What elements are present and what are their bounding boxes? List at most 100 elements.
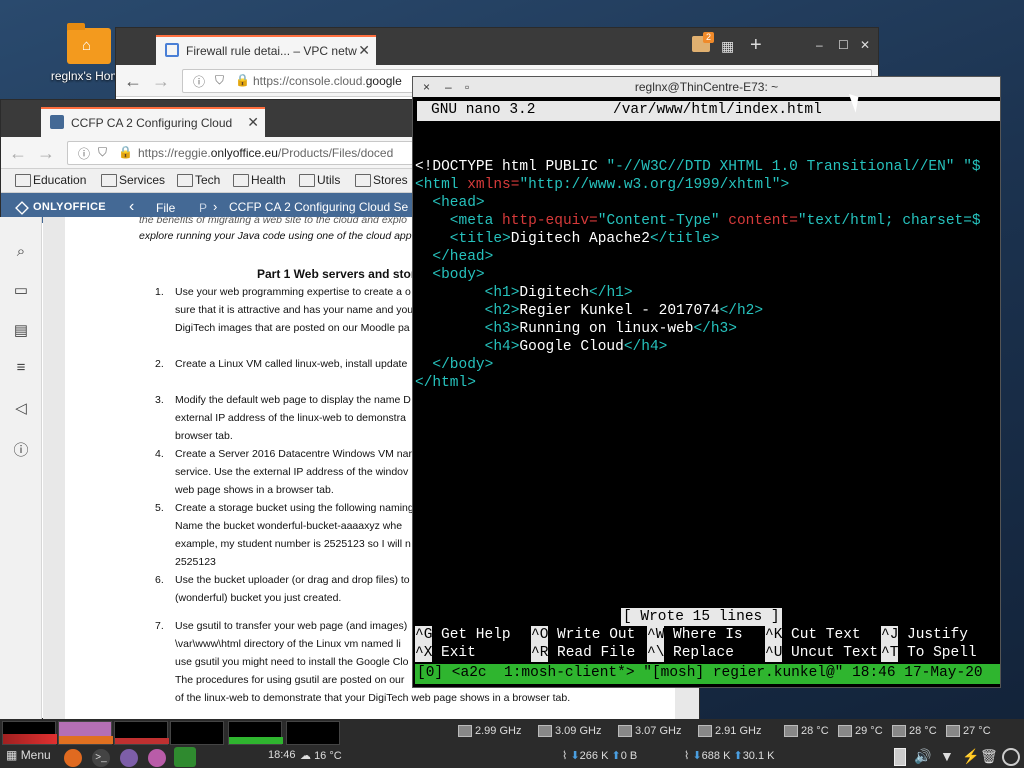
code-line[interactable]: </head> (415, 248, 493, 266)
code-token: <meta (415, 213, 494, 229)
code-line[interactable]: <h1>Digitech</h1> (415, 284, 633, 302)
shortcut-label[interactable]: Where Is (673, 626, 743, 644)
download-icon: ⬇ (692, 750, 702, 762)
code-line[interactable]: <h4>Google Cloud</h4> (415, 338, 668, 356)
forward-icon[interactable]: → (37, 143, 55, 164)
close-tab-icon[interactable]: ✕ (358, 42, 370, 59)
tab-ccfp-document[interactable]: CCFP CA 2 Configuring Cloud ✕ (41, 107, 265, 137)
close-tab-icon[interactable]: ✕ (247, 114, 259, 131)
shortcut-label[interactable]: Uncut Text (791, 644, 878, 662)
code-line[interactable]: </body> (415, 356, 493, 374)
bookmark-education[interactable]: Education (15, 173, 86, 187)
shortcut-label[interactable]: Cut Text (791, 626, 861, 644)
bookmark-utils[interactable]: Utils (299, 173, 340, 187)
code-line[interactable]: <title>Digitech Apache2</title> (415, 230, 720, 248)
menu-button[interactable]: ▦ Menu (6, 748, 51, 762)
cpu-freq-1: 2.99 GHz (458, 725, 521, 738)
volume-icon[interactable]: 🔊 (914, 748, 931, 765)
thermometer-icon (892, 725, 906, 738)
code-line[interactable]: </html> (415, 374, 476, 392)
chat-icon[interactable]: ▤ (12, 321, 30, 339)
code-line[interactable]: <html xmlns="http://www.w3.org/1999/xhtm… (415, 176, 789, 194)
temp-value: 28 °C (909, 725, 937, 737)
firefox-icon[interactable] (64, 749, 82, 767)
new-tab-icon[interactable]: + (750, 34, 762, 57)
wifi-icon[interactable]: ▼ (940, 748, 954, 764)
code-token: <h4> (415, 339, 520, 355)
code-line[interactable]: <h3>Running on linux-web</h3> (415, 320, 737, 338)
weather: ☁ 16 °C (300, 749, 342, 762)
shortcut-label[interactable]: Write Out (557, 626, 635, 644)
power-plug-icon[interactable]: ⚡ (962, 748, 979, 765)
battery-icon[interactable] (894, 748, 906, 766)
shortcut-key: ^R (531, 644, 549, 662)
back-icon[interactable]: ← (124, 71, 142, 92)
settings-icon[interactable] (1002, 748, 1020, 766)
code-token: "http://www.w3.org/1999/xhtml" (519, 177, 781, 193)
speaker-icon[interactable]: ◁ (12, 399, 30, 417)
code-token: </h1> (589, 285, 633, 301)
comment-icon[interactable]: ▭ (12, 281, 30, 299)
terminal-icon[interactable]: >_ (92, 749, 110, 767)
code-line[interactable]: <meta http-equiv="Content-Type" content=… (415, 212, 981, 230)
folder-icon: ⌂ (67, 23, 111, 64)
code-token: <h3> (415, 321, 520, 337)
navigation-icon[interactable]: ≡ (12, 359, 30, 376)
close-icon[interactable]: × (423, 77, 430, 97)
list-number: 2. (155, 358, 164, 370)
list-number: 3. (155, 394, 164, 406)
code-line[interactable]: <!DOCTYPE html PUBLIC "-//W3C//DTD XHTML… (415, 158, 981, 176)
bookmark-tech[interactable]: Tech (177, 173, 220, 187)
back-icon[interactable]: ← (9, 143, 27, 164)
extension-badge: 2 (703, 32, 714, 43)
clock[interactable]: 18:46 (268, 749, 296, 761)
net-down: 688 K (701, 750, 731, 762)
temp-2: 29 °C (838, 725, 883, 738)
forward-icon[interactable]: → (152, 71, 170, 92)
list-item-line: Create a Server 2016 Datacentre Windows … (175, 448, 412, 460)
list-item-line: Use the bucket uploader (or drag and dro… (175, 574, 410, 586)
net-graph (228, 721, 283, 745)
list-item-line: web page shows in a browser tab. (175, 484, 334, 496)
maximize-icon[interactable]: ▫ (465, 77, 469, 97)
shortcut-label[interactable]: Read File (557, 644, 635, 662)
file-menu[interactable]: File (156, 201, 175, 215)
info-icon: ⓘ (78, 147, 91, 161)
temp-4: 27 °C (946, 725, 991, 738)
shortcut-label[interactable]: Replace (673, 644, 734, 662)
search-icon[interactable]: ⌕ (12, 243, 30, 260)
shortcut-label[interactable]: Justify (907, 626, 968, 644)
terminal-window[interactable]: × – ▫ reglnx@ThinCentre-E73: ~ GNU nano … (412, 76, 1001, 688)
shortcut-label[interactable]: Exit (441, 644, 476, 662)
bookmark-stores[interactable]: Stores (355, 173, 408, 187)
shortcut-key: ^X (415, 644, 433, 662)
breadcrumb-item[interactable]: P (199, 201, 207, 215)
code-line[interactable]: <body> (415, 266, 484, 284)
minimize-icon[interactable]: – (816, 38, 823, 52)
document-icon (50, 115, 64, 129)
app-icon[interactable] (174, 747, 196, 767)
maximize-icon[interactable]: ☐ (838, 38, 849, 52)
list-item-line: The procedures for using gsutil are post… (175, 674, 405, 686)
bookmark-health[interactable]: Health (233, 173, 286, 187)
code-line[interactable]: <head> (415, 194, 484, 212)
minimize-icon[interactable]: – (445, 77, 452, 97)
trash-icon[interactable]: 🗑 (980, 748, 998, 765)
taskbar: ▦ Menu >_ 18:46 ☁ 16 °C 2.99 GHz 3.09 GH… (0, 719, 1024, 768)
shortcut-label[interactable]: To Spell (907, 644, 977, 662)
net2: ⌇ ⬇688 K ⬆30.1 K (684, 749, 775, 762)
code-line[interactable]: <h2>Regier Kunkel - 2017074</h2> (415, 302, 763, 320)
cpu-graph (2, 721, 57, 745)
shortcut-label[interactable]: Get Help (441, 626, 511, 644)
info-icon[interactable]: ⓘ (12, 439, 30, 459)
chevron-left-icon[interactable]: ‹ (129, 198, 134, 216)
bookmark-services[interactable]: Services (101, 173, 165, 187)
files-icon[interactable] (120, 749, 138, 767)
media-icon[interactable] (148, 749, 166, 767)
tab-firewall-rule[interactable]: Firewall rule detai... – VPC netw ✕ (156, 35, 376, 65)
lock-icon: 🔒 (235, 73, 250, 87)
close-window-icon[interactable]: ✕ (860, 38, 870, 52)
shortcut-key: ^G (415, 626, 433, 644)
grid-icon[interactable]: ▦ (721, 38, 735, 54)
list-item-line: use gsutil you might need to install the… (175, 656, 409, 668)
